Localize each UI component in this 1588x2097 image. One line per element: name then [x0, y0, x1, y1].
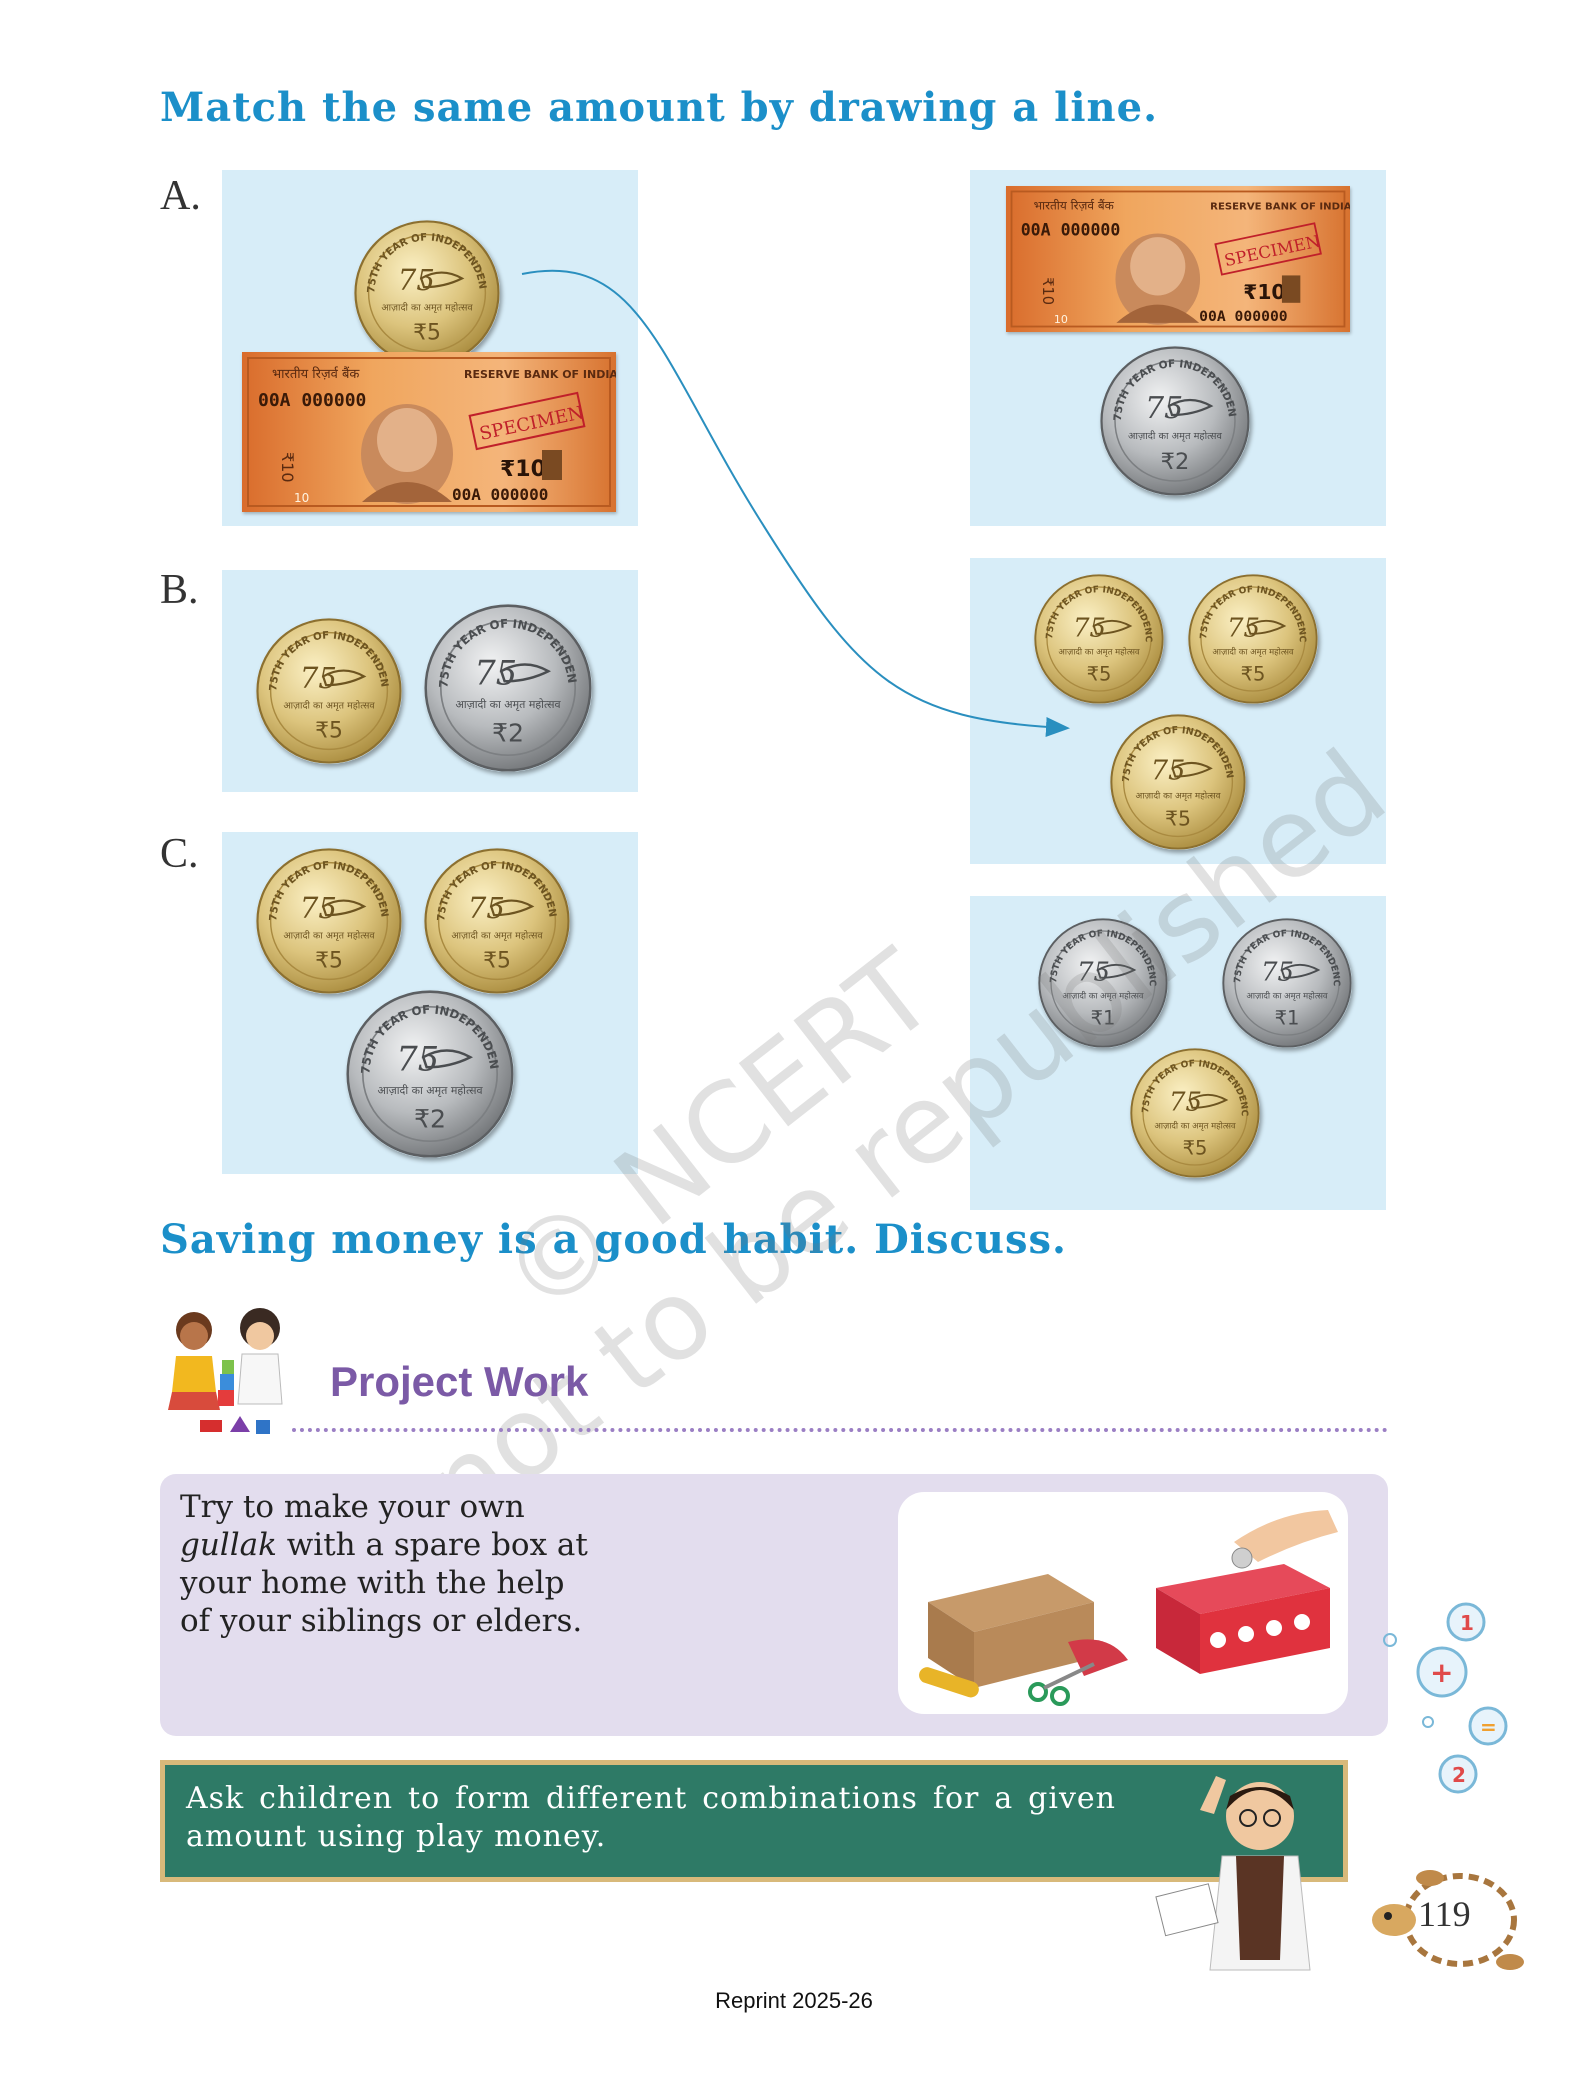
coin-hindi-text: आज़ादी का अमृत महोत्सव: [377, 1084, 483, 1097]
coin-value-text: ₹1: [1275, 1007, 1300, 1030]
coin-value-text: ₹5: [315, 949, 343, 974]
coin-hindi-text: आज़ादी का अमृत महोत्सव: [1062, 991, 1144, 1002]
svg-text:75: 75: [1077, 957, 1110, 987]
project-line-4: of your siblings or elders.: [180, 1603, 583, 1639]
svg-text:2: 2: [1452, 1763, 1466, 1787]
svg-text:75: 75: [1261, 957, 1294, 987]
kids-illustration: [160, 1300, 300, 1440]
coin-hindi-text: आज़ादी का अमृत महोत्सव: [283, 930, 375, 942]
project-work-title: Project Work: [330, 1358, 589, 1405]
project-line-2: gullak with a spare box at: [180, 1526, 610, 1564]
project-divider: [292, 1428, 1388, 1432]
number-bubbles-decoration: 1 + = 2: [1383, 1602, 1508, 1794]
coin-hindi-text: आज़ादी का अमृत महोत्सव: [451, 930, 543, 942]
coin-2-c: 75TH YEAR OF INDEPENDENCE75आज़ादी का अमृ…: [346, 990, 514, 1158]
svg-text:75: 75: [396, 1040, 439, 1079]
project-line-2-rest: with a spare box at: [276, 1527, 588, 1563]
svg-text:1: 1: [1460, 1611, 1474, 1635]
project-instructions: Try to make your own gullak with a spare…: [180, 1488, 610, 1640]
teacher-illustration: [1155, 1776, 1311, 1971]
teacher-note-text: Ask children to form different combinati…: [186, 1781, 1116, 1854]
svg-text:=: =: [1480, 1715, 1497, 1739]
page-number: 119: [1418, 1894, 1471, 1934]
gullak-illustration: [898, 1492, 1348, 1714]
project-line-1: Try to make your own: [180, 1489, 525, 1525]
coin-value-text: ₹1: [1091, 1007, 1116, 1030]
coin-1-right-3a: 75TH YEAR OF INDEPENDENCE75आज़ादी का अमृ…: [1038, 918, 1168, 1048]
svg-text:75: 75: [1169, 1087, 1202, 1117]
coin-value-text: ₹5: [483, 949, 511, 974]
gullak-word: gullak: [180, 1527, 277, 1563]
match-line-arrow[interactable]: [0, 0, 1588, 900]
coin-1-right-3b: 75TH YEAR OF INDEPENDENCE75आज़ादी का अमृ…: [1222, 918, 1352, 1048]
project-line-3: your home with the help: [180, 1565, 565, 1601]
coin-hindi-text: आज़ादी का अमृत महोत्सव: [1154, 1121, 1236, 1132]
svg-text:+: +: [1430, 1656, 1453, 1689]
coin-value-text: ₹2: [414, 1105, 446, 1134]
coin-hindi-text: आज़ादी का अमृत महोत्सव: [1246, 991, 1328, 1002]
saving-heading: Saving money is a good habit. Discuss.: [160, 1216, 1067, 1263]
coin-value-text: ₹5: [1183, 1137, 1208, 1160]
coin-5-right-3c: 75TH YEAR OF INDEPENDENCE75आज़ादी का अमृ…: [1130, 1048, 1260, 1178]
reprint-footer: Reprint 2025-26: [715, 1988, 873, 2013]
